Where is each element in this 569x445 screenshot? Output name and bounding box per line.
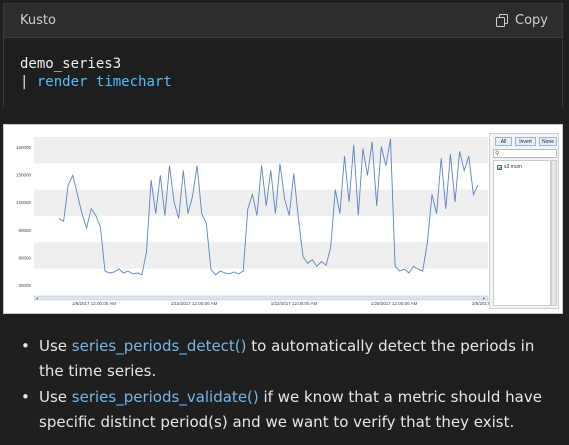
x-tick-label: 1/29/2017 12:00:00 AM: [371, 301, 418, 306]
code-header: Kusto Copy: [4, 4, 562, 38]
grid-band: [34, 216, 488, 243]
legend-item[interactable]: s3 mum: [497, 164, 522, 170]
legend-search-input[interactable]: ⚲: [493, 149, 557, 158]
x-tick-label: 1/15/2017 12:00:00 AM: [171, 301, 218, 306]
bullet-1-prefix: Use: [39, 337, 72, 355]
x-tick-label: 1/8/2017 12:00:00 AM: [72, 301, 116, 306]
copy-button[interactable]: Copy: [492, 11, 552, 30]
code-keyword-timechart: timechart: [95, 74, 172, 90]
y-tick-label: 90000: [18, 228, 31, 233]
code-block: Kusto Copy demo_series3 | render timecha…: [3, 3, 563, 108]
time-range-slider: [33, 295, 489, 301]
x-tick-label: 2/5/2017 12:00:00 AM: [472, 301, 489, 306]
y-tick-label: 60000: [18, 255, 31, 260]
legend-list: s3 mum: [493, 160, 551, 306]
series-periods-detect-link[interactable]: series_periods_detect(): [72, 337, 247, 355]
code-line-1: demo_series3: [20, 55, 546, 73]
list-item: Use series_periods_detect() to automatic…: [18, 334, 563, 384]
copy-label: Copy: [515, 13, 548, 28]
code-language-label: Kusto: [20, 13, 56, 28]
copy-icon: [496, 14, 509, 27]
legend-series-label: s3 mum: [504, 164, 522, 170]
timechart: 160000 150000 120000 90000 60000 30000 1/8/201…: [16, 137, 489, 306]
bullet-list: Use series_periods_detect() to automatic…: [18, 334, 563, 436]
legend-checkbox[interactable]: [497, 164, 502, 170]
y-tick-label: 160000: [16, 145, 32, 150]
grid-band: [34, 189, 488, 216]
bullet-2-prefix: Use: [39, 388, 72, 406]
code-table-name: demo_series3: [20, 56, 122, 72]
slider-right-arrow: ▸: [483, 296, 485, 301]
y-tick-label: 120000: [16, 200, 32, 205]
list-item: Use series_periods_validate() if we know…: [18, 385, 563, 435]
legend-none-button[interactable]: None: [539, 137, 557, 146]
y-tick-label: 150000: [16, 173, 32, 178]
slider-left-arrow: ◂: [36, 296, 38, 301]
code-keyword-render: render: [36, 74, 88, 90]
grid-band: [34, 268, 488, 295]
search-icon: ⚲: [495, 150, 500, 157]
legend-all-button[interactable]: All: [495, 137, 512, 146]
x-tick-label: 1/22/2017 12:00:00 AM: [271, 301, 318, 306]
timechart-screenshot: 160000 150000 120000 90000 60000 30000 1/8/201…: [3, 124, 563, 314]
legend-scrollbar[interactable]: [551, 160, 557, 306]
legend-invert-button[interactable]: Invert: [515, 137, 536, 146]
code-pipe: |: [20, 74, 29, 90]
grid-band: [34, 137, 488, 164]
y-tick-label: 30000: [18, 283, 31, 288]
code-line-2: | render timechart: [20, 73, 546, 91]
series-periods-validate-link[interactable]: series_periods_validate(): [72, 388, 259, 406]
legend-panel: All Invert None ⚲ s3 mum: [489, 133, 559, 309]
code-content: demo_series3 | render timechart: [4, 38, 562, 108]
